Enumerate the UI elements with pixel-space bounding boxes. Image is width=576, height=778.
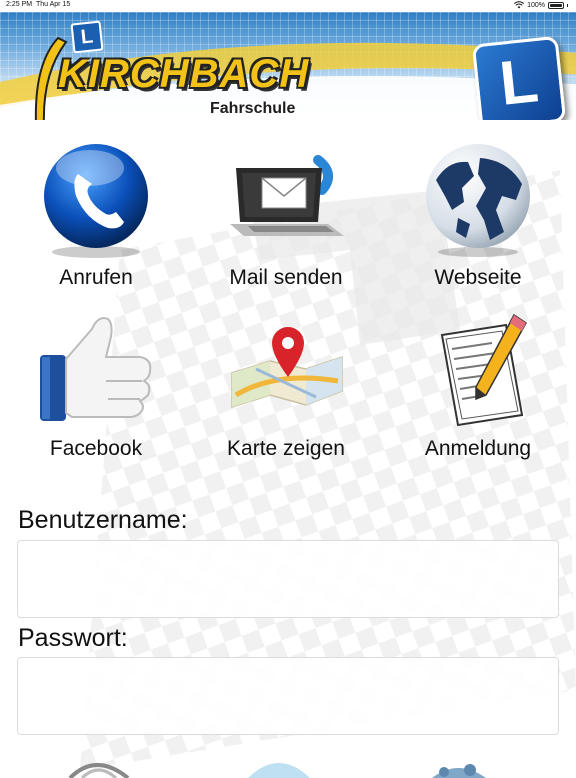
status-time: 2:25 PM <box>6 1 33 8</box>
password-input[interactable] <box>17 657 559 735</box>
tile-label: Anrufen <box>59 266 133 289</box>
thumbs-up-icon <box>40 317 152 421</box>
tile-call[interactable]: Anrufen <box>16 140 176 310</box>
brand-name: KIRCHBACH <box>58 52 310 96</box>
status-right: 100% <box>514 1 568 9</box>
tile-facebook[interactable]: Facebook <box>16 311 176 481</box>
status-date: Thu Apr 15 <box>36 1 71 8</box>
bottom-gear-icon[interactable] <box>424 748 494 778</box>
battery-tip <box>567 3 568 7</box>
app-header: L KIRCHBACH Fahrschule L <box>0 12 576 120</box>
username-input[interactable] <box>17 540 559 618</box>
battery-icon <box>548 1 564 9</box>
password-label: Passwort: <box>18 624 128 652</box>
tile-map[interactable]: Karte zeigen <box>206 311 366 481</box>
tile-label: Karte zeigen <box>227 437 345 460</box>
l-badge-icon: L <box>471 35 567 120</box>
tile-label: Webseite <box>434 266 522 289</box>
tile-mail[interactable]: Mail senden <box>206 140 366 310</box>
tile-website[interactable]: Webseite <box>398 140 558 310</box>
tile-label: Facebook <box>49 437 143 460</box>
phone-icon <box>44 144 148 258</box>
tile-label: Mail senden <box>229 266 343 289</box>
logo-small-l-badge: L <box>70 20 104 54</box>
brand-subtitle: Fahrschule <box>210 100 296 117</box>
globe-icon <box>426 144 530 257</box>
tile-label: Anmeldung <box>424 437 532 460</box>
wifi-icon <box>514 1 525 9</box>
bottom-key-icon[interactable] <box>62 748 132 778</box>
mail-laptop-icon <box>230 155 344 236</box>
document-pencil-icon <box>440 313 527 427</box>
tile-registration[interactable]: Anmeldung <box>398 311 558 481</box>
map-pin-icon <box>231 327 343 409</box>
bottom-globe-icon[interactable] <box>244 748 314 778</box>
battery-percent: 100% <box>527 1 545 9</box>
username-label: Benutzername: <box>18 506 188 534</box>
status-bar: 2:25 PM Thu Apr 15 100% <box>0 0 576 12</box>
